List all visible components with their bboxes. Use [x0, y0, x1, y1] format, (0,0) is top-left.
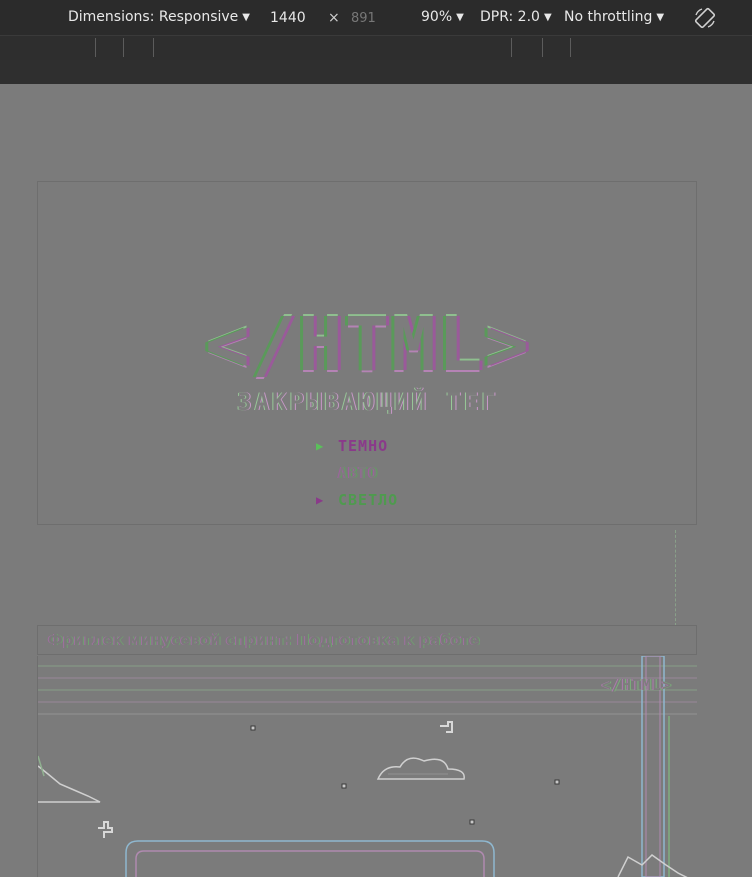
cross-sprite [98, 721, 453, 838]
game-scene [37, 655, 697, 877]
game-section: Фриглек минусевой спринт: Подготовка к р… [37, 625, 697, 877]
cloud-sprite [376, 757, 465, 780]
dpr-dropdown[interactable]: DPR: 2.0 ▼ [480, 9, 552, 25]
chevron-down-icon: ▼ [456, 12, 464, 23]
guide-line [675, 530, 676, 626]
hud-logo: </HTML> [601, 676, 672, 694]
height-input[interactable] [349, 5, 393, 31]
theme-option-light[interactable]: ▶ СВЕТЛО [316, 486, 516, 513]
dimensions-dropdown[interactable]: Dimensions: Responsive ▼ [68, 9, 250, 25]
device-toolbar: Dimensions: Responsive▼ × 90%▼ DPR: 2.0▼… [0, 0, 752, 35]
dimensions-label: Dimensions: Responsive [68, 9, 239, 25]
theme-label: ТЕМНО [338, 436, 389, 455]
zoom-dropdown[interactable]: 90% ▼ [421, 9, 464, 25]
ruler-tick [511, 38, 512, 57]
game-canvas[interactable]: </HTML> [37, 655, 697, 877]
zoom-label: 90% [421, 9, 453, 25]
theme-label: АВТО [338, 463, 379, 482]
site-logo: </HTML> [205, 302, 531, 388]
game-title: Фриглек минусевой спринт: Подготовка к р… [37, 625, 697, 655]
theme-option-auto[interactable]: АВТО [316, 459, 516, 486]
rotate-icon [694, 7, 716, 29]
chevron-down-icon: ▼ [656, 12, 665, 23]
rotate-button[interactable] [693, 6, 717, 30]
throttling-label: No throttling [564, 9, 653, 25]
width-input[interactable] [268, 5, 322, 31]
dpr-label: DPR: 2.0 [480, 9, 540, 25]
throttling-dropdown[interactable]: No throttling ▼ [564, 9, 664, 25]
ruler-strip [0, 60, 752, 84]
ruler-tick [542, 38, 543, 57]
theme-switcher: ▶ ТЕМНО АВТО ▶ СВЕТЛО [316, 432, 516, 513]
play-icon: ▶ [316, 438, 325, 453]
chevron-down-icon: ▼ [242, 12, 250, 23]
hero-panel: </HTML> ЗАКРЫВАЮЩИЙ ТЕГ ▶ ТЕМНО АВТО ▶ С… [37, 181, 697, 525]
times-icon: × [328, 10, 340, 26]
ruler-tick [153, 38, 154, 57]
page-viewport: </HTML> ЗАКРЫВАЮЩИЙ ТЕГ ▶ ТЕМНО АВТО ▶ С… [0, 84, 752, 877]
ruler-tick [570, 38, 571, 57]
site-subtitle: ЗАКРЫВАЮЩИЙ ТЕГ [237, 388, 499, 416]
ruler-tick [123, 38, 124, 57]
theme-option-dark[interactable]: ▶ ТЕМНО [316, 432, 516, 459]
play-icon: ▶ [316, 492, 325, 507]
ruler-tick [95, 38, 96, 57]
chevron-down-icon: ▼ [543, 12, 552, 23]
hill-sprite [37, 755, 101, 803]
media-query-ruler[interactable] [0, 35, 752, 61]
platform-sprite [125, 840, 495, 877]
theme-label: СВЕТЛО [338, 490, 399, 509]
